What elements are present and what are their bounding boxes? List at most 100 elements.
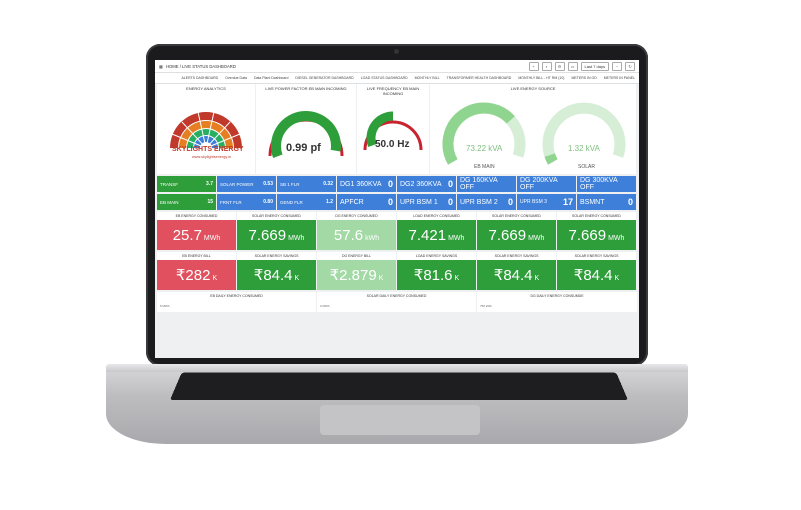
tile-col-2: SOLAR POWER 0.53 FRNT FLR 0.80 bbox=[217, 176, 276, 210]
tile-dg2: DG2 360KVA 0 bbox=[397, 176, 456, 192]
card-value: 57.6 kWh bbox=[317, 220, 396, 250]
card-value: ₹84.4 K bbox=[237, 260, 316, 290]
link-load[interactable]: LOAD STATUS DASHBOARD bbox=[361, 76, 408, 80]
link-alerts[interactable]: ALERTS DASHBOARD bbox=[181, 76, 218, 80]
link-meters-panel[interactable]: METERS IN PANEL bbox=[604, 76, 635, 80]
daily-axis: 5 MWh bbox=[160, 304, 170, 308]
tile-value: 3.7 bbox=[206, 181, 213, 187]
tile-value: 15 bbox=[207, 199, 213, 205]
tile-col-4: DG1 360KVA 0 APFCR 0 bbox=[337, 176, 396, 210]
tile-col-5: DG2 360KVA 0 UPR BSM 1 0 bbox=[397, 176, 456, 210]
daily-label: SOLAR DAILY ENERGY CONSUMED bbox=[366, 294, 427, 298]
tile-value: 0 bbox=[447, 179, 453, 189]
tile-label: APFCR bbox=[340, 198, 364, 206]
tile-value: 0 bbox=[507, 197, 513, 207]
tile-label: SB 1 FLR bbox=[280, 181, 300, 187]
tile-value: 0 bbox=[387, 179, 393, 189]
tile-label: DG1 360KVA bbox=[340, 180, 382, 188]
tile-label: BSMNT bbox=[580, 198, 605, 206]
bill-card: SOLAR ENERGY SAVINGS ₹84.4 K bbox=[557, 252, 636, 290]
daily-row: EB DAILY ENERGY CONSUMED 5 MWh SOLAR DAIL… bbox=[157, 292, 637, 312]
time-range-picker[interactable]: Last 7 days bbox=[580, 61, 609, 71]
link-monthly[interactable]: MONTHLY BILL bbox=[415, 76, 440, 80]
source-gauge-title: LIVE ENERGY SOURCE bbox=[510, 86, 556, 91]
logo-url: www.skylightsenergy.in bbox=[192, 155, 231, 159]
link-plant[interactable]: Data Plant Dashboard bbox=[254, 76, 288, 80]
tile-dg160: DG 160KVA OFF bbox=[457, 176, 516, 192]
card-value: 7.421 MWh bbox=[397, 220, 476, 250]
tile-bsmnt: BSMNT 0 bbox=[577, 194, 636, 210]
tile-value: 0 bbox=[387, 197, 393, 207]
refresh-icon[interactable]: ↻ bbox=[625, 61, 635, 71]
daily-axis: 2 MWh bbox=[320, 304, 330, 308]
pf-gauge-value: 0.99 pf bbox=[286, 142, 321, 154]
tile-upr-bsm3: UPR BSM 3 17 bbox=[517, 194, 576, 210]
bill-card: DG ENERGY BILL ₹2.879 K bbox=[317, 252, 396, 290]
daily-label: EB DAILY ENERGY CONSUMED bbox=[210, 294, 263, 298]
daily-axis: 750 kWh bbox=[480, 304, 492, 308]
pf-gauge-title: LIVE POWER FACTOR EB MAIN INCOMING bbox=[265, 86, 347, 91]
settings-icon[interactable]: ⚙ bbox=[554, 61, 565, 71]
tile-gend-flr: GEND FLR 1.2 bbox=[277, 194, 336, 210]
solar-gauge-value: 1.32 kVA bbox=[568, 144, 600, 153]
consumption-row: EB ENERGY CONSUMED 25.7 MWh SOLAR ENERGY C… bbox=[157, 212, 637, 250]
bill-card: SOLAR ENERGY SAVINGS ₹84.4 K bbox=[237, 252, 316, 290]
tile-col-8: DG 300KVA OFF BSMNT 0 bbox=[577, 176, 636, 210]
tile-label: UPR BSM 2 bbox=[460, 198, 498, 206]
link-transformer[interactable]: TRANSFORMER HEALTH DASHBOARD bbox=[447, 76, 512, 80]
tile-col-3: SB 1 FLR 0.32 GEND FLR 1.2 bbox=[277, 176, 336, 210]
consumption-card: EB ENERGY CONSUMED 25.7 MWh bbox=[157, 212, 236, 250]
trackpad bbox=[320, 405, 480, 435]
bill-card: EB ENERGY BILL ₹282 K bbox=[157, 252, 236, 290]
freq-gauge-panel: LIVE FREQUENCY EB MAIN INCOMING 50.0 Hz bbox=[357, 84, 429, 174]
tv-icon[interactable]: ▭ bbox=[567, 61, 578, 71]
save-icon[interactable]: ▪ bbox=[541, 61, 552, 71]
tile-label: UPR BSM 1 bbox=[400, 198, 438, 206]
status-tiles: TRANSF 3.7 EB MAIN 15 SOLAR POWER 0.53 FRNT… bbox=[157, 176, 637, 210]
link-meters-gd[interactable]: METERS IN GD bbox=[571, 76, 596, 80]
camera-icon bbox=[394, 49, 399, 54]
card-value: ₹81.6 K bbox=[397, 260, 476, 290]
add-panel-icon[interactable]: + bbox=[528, 61, 539, 71]
link-diesel[interactable]: DIESEL GENERATOR DASHBOARD bbox=[295, 76, 353, 80]
tile-frnt-flr: FRNT FLR 0.80 bbox=[217, 194, 276, 210]
consumption-card: SOLAR ENERGY CONSUMED 7.669 MWh bbox=[477, 212, 556, 250]
laptop-base-lip bbox=[106, 364, 688, 372]
tile-value: 0 bbox=[627, 197, 633, 207]
card-value: 7.669 MWh bbox=[557, 220, 636, 250]
consumption-card: SOLAR ENERGY CONSUMED 7.669 MWh bbox=[237, 212, 316, 250]
card-value: 25.7 MWh bbox=[157, 220, 236, 250]
top-bar: ▦ HOME / LIVE STATUS DASHBOARD + ▪ ⚙ ▭ L… bbox=[155, 60, 639, 73]
tile-eb-main: EB MAIN 15 bbox=[157, 194, 216, 210]
logo-name: SKYLIGHTS ENERGY bbox=[172, 146, 244, 153]
sunburst-logo-icon bbox=[170, 111, 242, 149]
zoom-out-icon[interactable]: − bbox=[612, 61, 622, 71]
link-overdue[interactable]: Overdue Data bbox=[225, 76, 247, 80]
tile-value: 1.2 bbox=[326, 199, 333, 205]
tile-dg1: DG1 360KVA 0 bbox=[337, 176, 396, 192]
tile-label: TRANSF bbox=[160, 181, 178, 187]
tile-label: SOLAR POWER bbox=[220, 181, 254, 187]
solar-gauge bbox=[542, 102, 626, 165]
tile-upr-bsm2: UPR BSM 2 0 bbox=[457, 194, 516, 210]
daily-panel: SOLAR DAILY ENERGY CONSUMED 2 MWh bbox=[317, 292, 476, 312]
card-value: ₹2.879 K bbox=[317, 260, 396, 290]
card-label: LOAD ENERGY SAVINGS bbox=[397, 252, 476, 260]
card-value: ₹282 K bbox=[157, 260, 236, 290]
tile-value: 0.80 bbox=[263, 199, 273, 205]
tile-solar-power: SOLAR POWER 0.53 bbox=[217, 176, 276, 192]
tile-label: EB MAIN bbox=[160, 199, 179, 205]
card-label: EB ENERGY CONSUMED bbox=[157, 212, 236, 220]
dashboard-links: ALERTS DASHBOARD Overdue Data Data Plant… bbox=[155, 73, 639, 84]
tile-value: 17 bbox=[562, 197, 573, 207]
consumption-card: LOAD ENERGY CONSUMED 7.421 MWh bbox=[397, 212, 476, 250]
solar-gauge-fill bbox=[544, 153, 558, 165]
link-monthly-ht[interactable]: MONTHLY BILL - HT RM (10) bbox=[518, 76, 564, 80]
card-label: SOLAR ENERGY CONSUMED bbox=[557, 212, 636, 220]
grid-icon[interactable]: ▦ bbox=[159, 64, 163, 69]
tile-value: 0.53 bbox=[263, 181, 273, 187]
card-label: SOLAR ENERGY CONSUMED bbox=[237, 212, 316, 220]
consumption-card: DG ENERGY CONSUMED 57.6 kWh bbox=[317, 212, 396, 250]
tile-value: 0.32 bbox=[323, 181, 333, 187]
pf-gauge-panel: LIVE POWER FACTOR EB MAIN INCOMING 0.99 … bbox=[256, 84, 356, 174]
